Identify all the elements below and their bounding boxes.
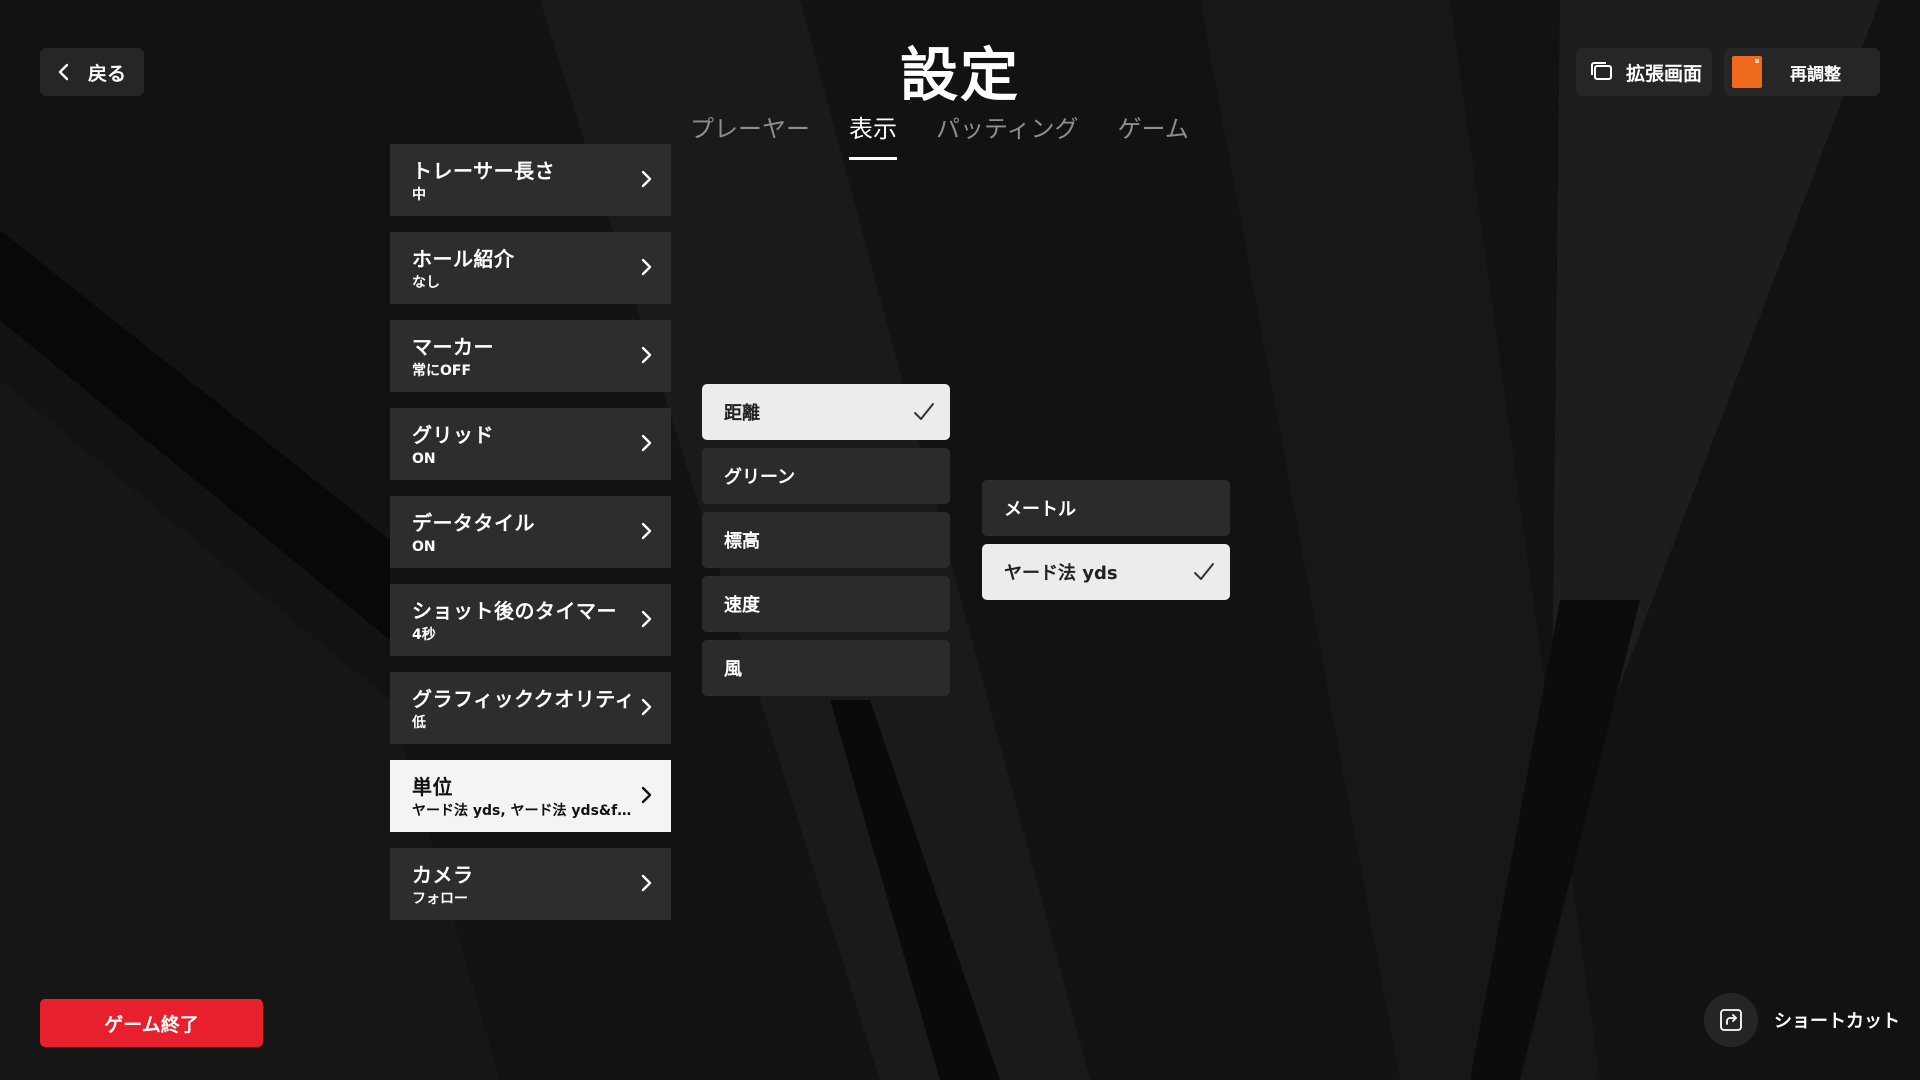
recalibrate-label: 再調整 xyxy=(1790,64,1841,85)
setting-label: データタイル xyxy=(412,511,535,535)
quit-game-label: ゲーム終了 xyxy=(104,1013,199,1036)
setting-grid[interactable]: グリッド ON xyxy=(390,408,671,480)
recalibrate-button[interactable]: 再調整 xyxy=(1724,48,1880,96)
shortcut-icon-circle xyxy=(1704,993,1758,1047)
setting-units[interactable]: 単位 ヤード法 yds, ヤード法 yds&ft,... xyxy=(390,760,671,832)
setting-label: ホール紹介 xyxy=(412,247,515,271)
quit-game-button[interactable]: ゲーム終了 xyxy=(40,999,263,1047)
unit-category-wind[interactable]: 風 xyxy=(702,640,950,696)
tab-bar: プレーヤー 表示 パッティング ゲーム xyxy=(690,110,1228,160)
setting-label: グラフィッククオリティ xyxy=(412,687,636,711)
unit-option-yards[interactable]: ヤード法 yds xyxy=(982,544,1230,600)
setting-post-shot-timer[interactable]: ショット後のタイマー 4秒 xyxy=(390,584,671,656)
chevron-right-icon xyxy=(641,522,652,540)
setting-value: なし xyxy=(412,275,440,291)
setting-value: ヤード法 yds, ヤード法 yds&ft,... xyxy=(412,803,632,819)
unit-option-label: ヤード法 yds xyxy=(1004,563,1118,584)
unit-category-distance[interactable]: 距離 xyxy=(702,384,950,440)
settings-list: トレーサー長さ 中 ホール紹介 なし マーカー 常にOFF グリッド ON デー… xyxy=(390,144,671,936)
unit-category-label: グリーン xyxy=(724,467,796,488)
setting-value: 中 xyxy=(412,187,426,203)
shortcut-label: ショートカット xyxy=(1774,1011,1900,1032)
setting-camera[interactable]: カメラ フォロー xyxy=(390,848,671,920)
unit-category-label: 標高 xyxy=(724,531,760,552)
setting-label: トレーサー長さ xyxy=(412,159,556,183)
page-title: 設定 xyxy=(899,41,1020,109)
extended-screen-button[interactable]: 拡張画面 xyxy=(1576,48,1712,96)
unit-category-label: 速度 xyxy=(724,595,760,616)
chevron-right-icon xyxy=(641,786,652,804)
chevron-right-icon xyxy=(641,170,652,188)
background-graphic xyxy=(0,0,1920,1080)
setting-label: マーカー xyxy=(412,335,494,359)
setting-label: ショット後のタイマー xyxy=(412,599,617,623)
unit-category-elevation[interactable]: 標高 xyxy=(702,512,950,568)
extended-screen-label: 拡張画面 xyxy=(1626,62,1703,85)
setting-hole-intro[interactable]: ホール紹介 なし xyxy=(390,232,671,304)
unit-category-speed[interactable]: 速度 xyxy=(702,576,950,632)
chevron-left-icon xyxy=(58,63,69,81)
tab-display[interactable]: 表示 xyxy=(849,110,897,160)
setting-label: グリッド xyxy=(412,423,494,447)
unit-category-label: 距離 xyxy=(724,403,760,424)
chevron-right-icon xyxy=(641,698,652,716)
chevron-right-icon xyxy=(641,610,652,628)
setting-value: 常にOFF xyxy=(412,363,472,379)
setting-graphics-quality[interactable]: グラフィッククオリティ 低 xyxy=(390,672,671,744)
tab-player[interactable]: プレーヤー xyxy=(690,110,810,156)
share-icon xyxy=(1720,1009,1742,1031)
setting-marker[interactable]: マーカー 常にOFF xyxy=(390,320,671,392)
unit-category-green[interactable]: グリーン xyxy=(702,448,950,504)
setting-value: フォロー xyxy=(412,891,468,907)
setting-value: 低 xyxy=(412,715,426,731)
setting-tracer-length[interactable]: トレーサー長さ 中 xyxy=(390,144,671,216)
settings-screen: 戻る 設定 プレーヤー 表示 パッティング ゲーム 拡張画面 再調整 トレーサー… xyxy=(0,0,1920,1080)
setting-value: 4秒 xyxy=(412,627,436,643)
unit-option-label: メートル xyxy=(1004,499,1076,520)
chevron-right-icon xyxy=(641,346,652,364)
windows-icon xyxy=(1591,62,1612,80)
recalibrate-thumbnail xyxy=(1732,56,1762,88)
unit-option-meters[interactable]: メートル xyxy=(982,480,1230,536)
tab-putting[interactable]: パッティング xyxy=(936,110,1079,156)
shortcut-button[interactable]: ショートカット xyxy=(1704,992,1900,1048)
back-button[interactable]: 戻る xyxy=(40,48,144,96)
check-icon xyxy=(1194,563,1214,580)
tab-game[interactable]: ゲーム xyxy=(1118,110,1189,156)
back-button-label: 戻る xyxy=(88,62,127,85)
setting-value: ON xyxy=(412,451,436,467)
unit-category-label: 風 xyxy=(724,659,742,680)
unit-option-list: メートル ヤード法 yds xyxy=(982,480,1230,608)
chevron-right-icon xyxy=(641,258,652,276)
chevron-right-icon xyxy=(641,434,652,452)
unit-category-list: 距離 グリーン 標高 速度 風 xyxy=(702,384,950,704)
chevron-right-icon xyxy=(641,874,652,892)
setting-data-tiles[interactable]: データタイル ON xyxy=(390,496,671,568)
check-icon xyxy=(914,403,934,420)
setting-label: カメラ xyxy=(412,863,474,887)
setting-label: 単位 xyxy=(412,775,453,799)
setting-value: ON xyxy=(412,539,436,555)
